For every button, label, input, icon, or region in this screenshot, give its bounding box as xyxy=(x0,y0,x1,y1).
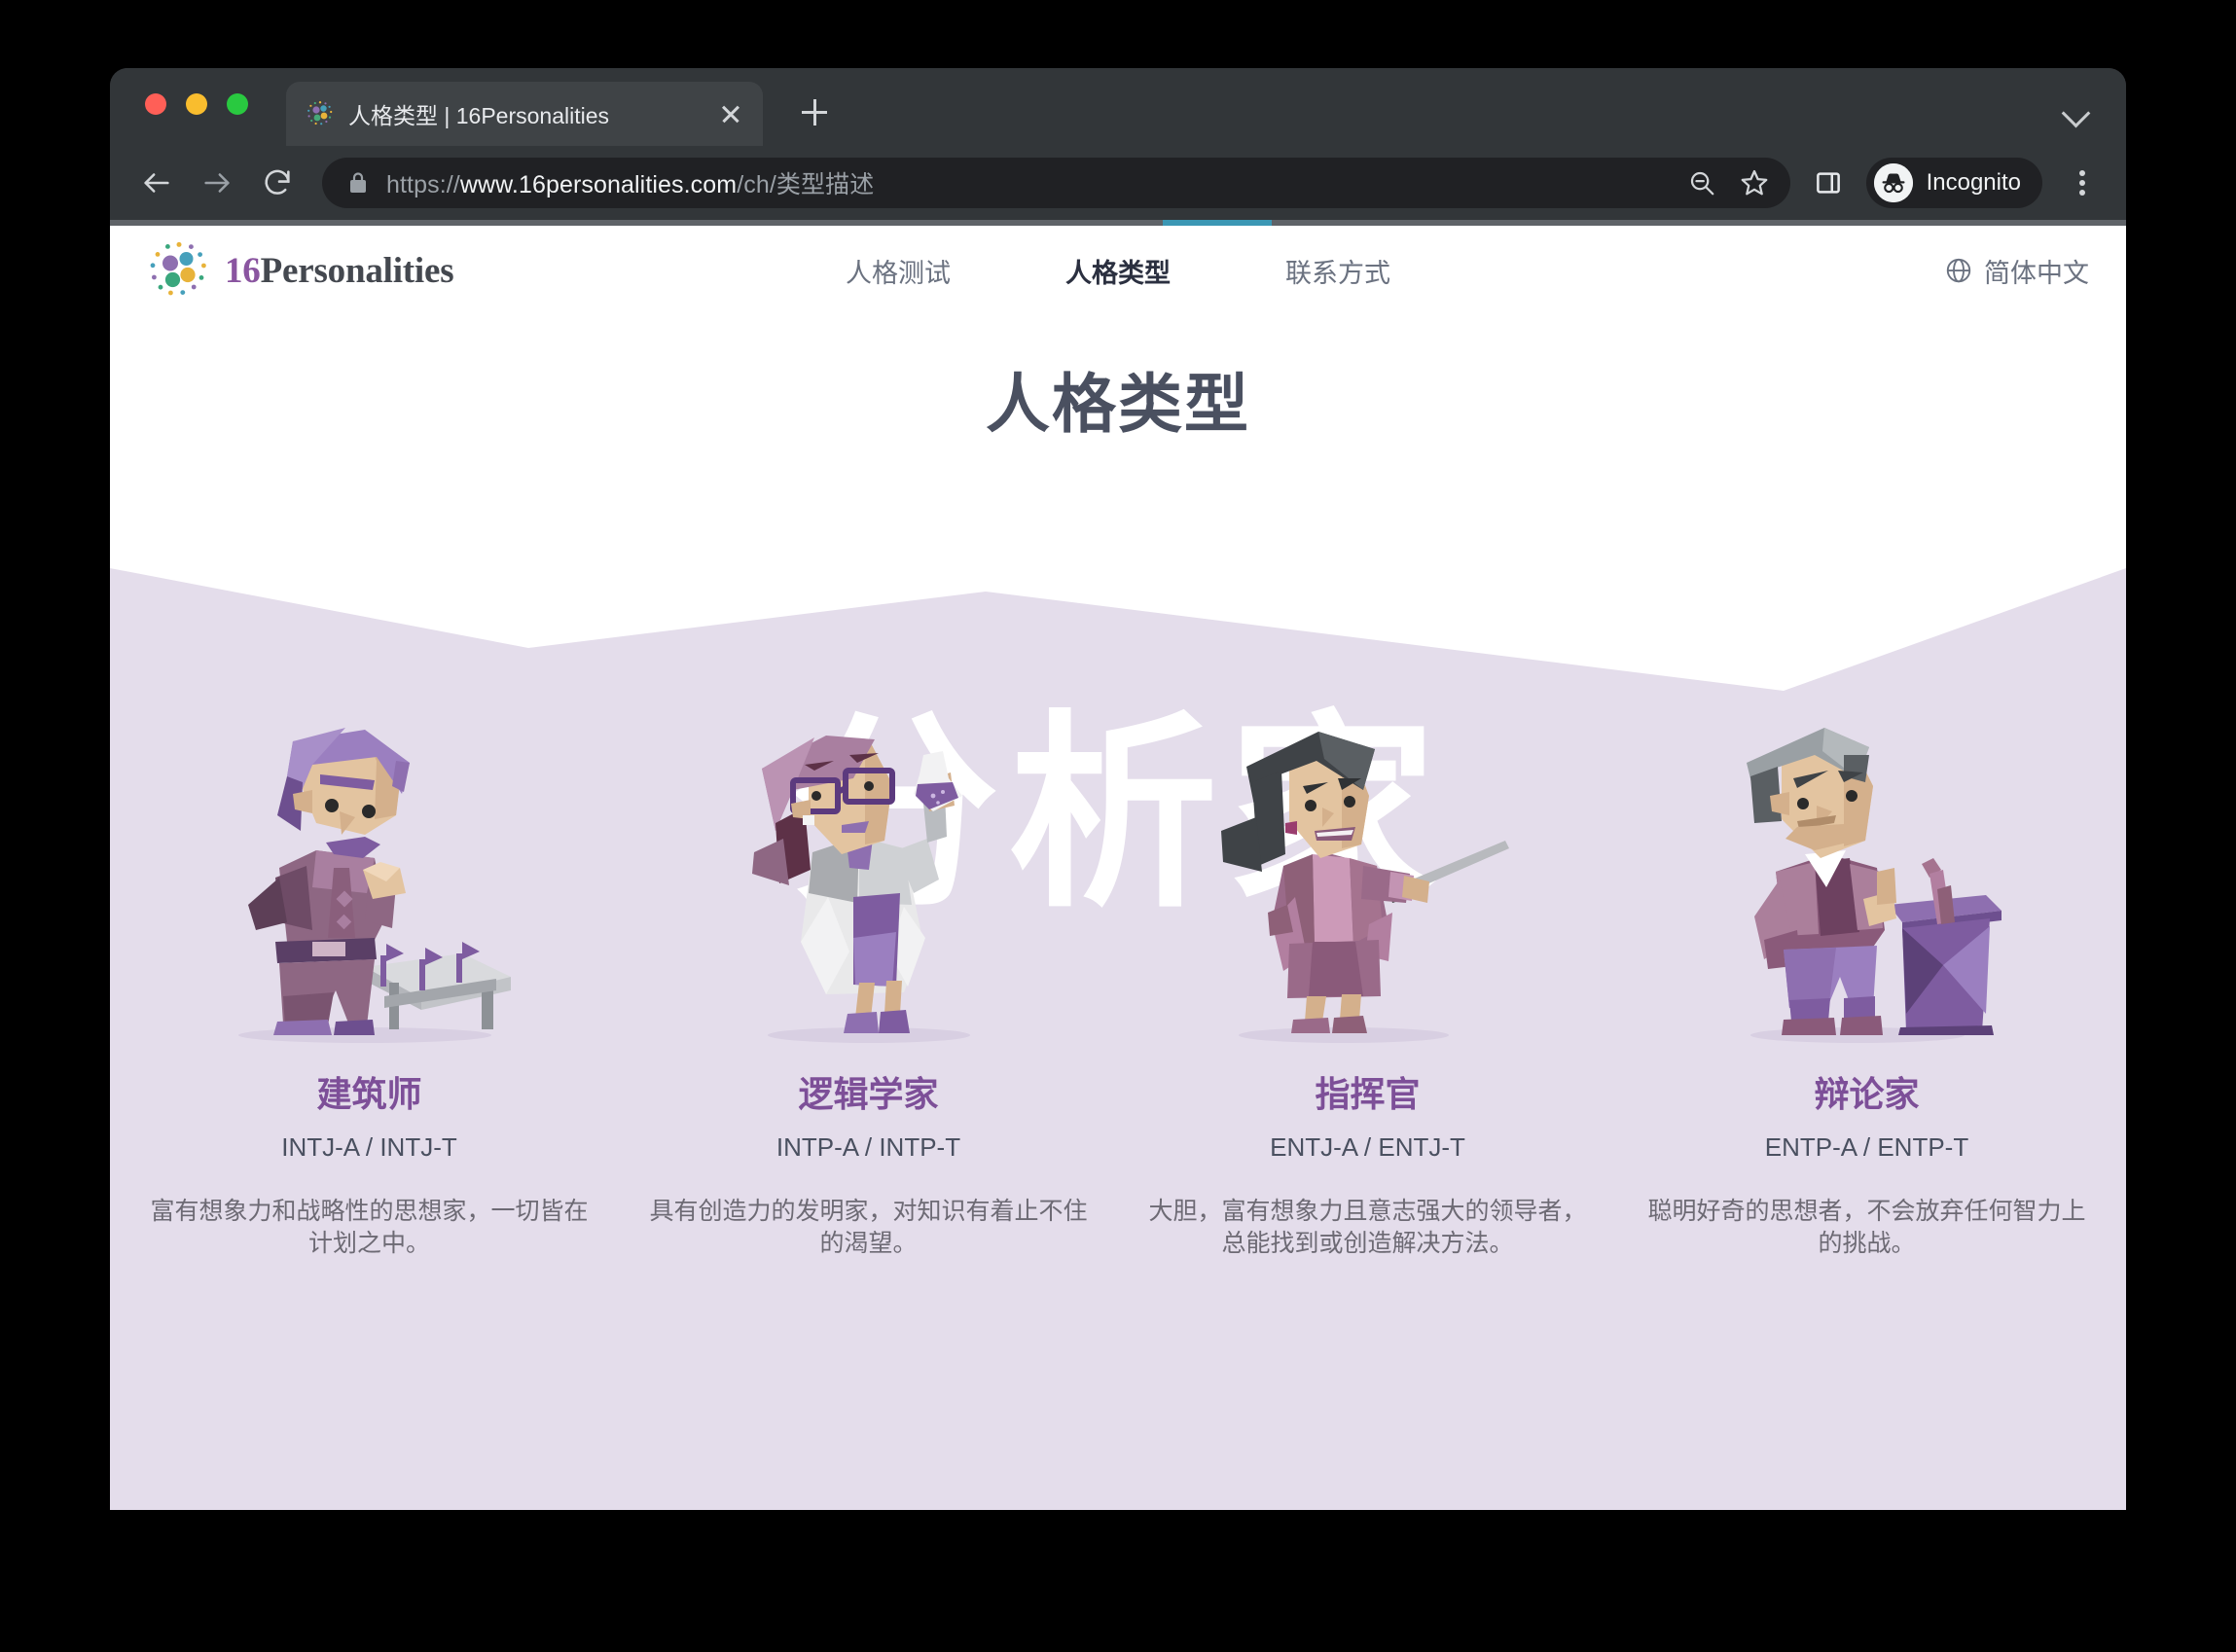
close-icon[interactable] xyxy=(716,99,745,128)
personality-card-debater[interactable]: 辩论家 ENTP-A / ENTP-T 聪明好奇的思想者，不会放弃任何智力上的挑… xyxy=(1617,722,2116,1260)
personality-card-architect[interactable]: 建筑师 INTJ-A / INTJ-T 富有想象力和战略性的思想家，一切皆在计划… xyxy=(120,722,619,1260)
zoom-out-icon[interactable] xyxy=(1679,161,1724,205)
card-code: ENTJ-A / ENTJ-T xyxy=(1270,1132,1465,1162)
plus-icon[interactable] xyxy=(791,90,838,136)
address-bar[interactable]: https://www.16personalities.com/ch/类型描述 xyxy=(322,158,1790,208)
architect-character-icon xyxy=(147,722,592,1043)
card-description: 富有想象力和战略性的思想家，一切皆在计划之中。 xyxy=(150,1198,589,1257)
browser-toolbar: https://www.16personalities.com/ch/类型描述 xyxy=(110,146,2126,220)
browser-window: 人格类型 | 16Personalities https://www.16per… xyxy=(110,68,2126,1510)
toolbar-right-actions: Incognito xyxy=(1806,158,2105,208)
close-window-button[interactable] xyxy=(145,93,166,115)
brand-logo[interactable]: 16Personalities xyxy=(147,238,454,303)
16personalities-dots-icon xyxy=(306,99,335,128)
maximize-window-button[interactable] xyxy=(227,93,248,115)
card-code: INTP-A / INTP-T xyxy=(775,1132,961,1162)
card-title: 逻辑学家 xyxy=(798,1074,939,1114)
lock-icon xyxy=(347,170,369,196)
card-title: 建筑师 xyxy=(316,1074,422,1114)
card-code: ENTP-A / ENTP-T xyxy=(1764,1132,1969,1162)
reload-icon[interactable] xyxy=(252,158,303,208)
brand-name: Personalities xyxy=(260,250,454,291)
commander-character-icon xyxy=(1145,722,1590,1043)
nav-item-personality-test[interactable]: 人格测试 xyxy=(846,252,951,290)
forward-arrow-icon[interactable] xyxy=(192,158,242,208)
browser-tab[interactable]: 人格类型 | 16Personalities xyxy=(286,82,763,146)
brand-number: 16 xyxy=(225,250,261,291)
page-content: 16Personalities 人格测试 人格类型 联系方式 简体中文 人格类型 xyxy=(110,226,2126,1510)
page-title: 人格类型 xyxy=(986,368,1250,440)
language-selector[interactable]: 简体中文 xyxy=(1944,252,2089,290)
star-icon[interactable] xyxy=(1732,161,1777,205)
card-title: 指挥官 xyxy=(1315,1074,1421,1114)
dots-circle-logo-icon xyxy=(147,238,211,303)
tab-strip: 人格类型 | 16Personalities xyxy=(110,68,2126,146)
tab-title: 人格类型 | 16Personalities xyxy=(348,103,610,128)
nav-item-personality-types[interactable]: 人格类型 xyxy=(1065,252,1171,290)
site-header: 16Personalities 人格测试 人格类型 联系方式 简体中文 xyxy=(110,226,2126,315)
nav-item-contact[interactable]: 联系方式 xyxy=(1285,252,1390,290)
kebab-menu-icon[interactable] xyxy=(2060,161,2105,205)
url-host: www.16personalities.com xyxy=(459,171,738,198)
debater-character-icon xyxy=(1644,722,2089,1043)
card-code: INTJ-A / INTJ-T xyxy=(281,1132,457,1162)
card-description: 聪明好奇的思想者，不会放弃任何智力上的挑战。 xyxy=(1647,1198,2086,1257)
site-navigation: 人格测试 人格类型 联系方式 xyxy=(846,226,1390,315)
card-description: 大胆，富有想象力且意志强大的领导者，总能找到或创造解决方法。 xyxy=(1148,1198,1587,1257)
chevron-down-icon[interactable] xyxy=(2060,95,2093,128)
profile-incognito-button[interactable]: Incognito xyxy=(1865,158,2042,208)
logician-character-icon xyxy=(646,722,1091,1043)
url-scheme: https:// xyxy=(386,171,460,198)
omnibox-actions xyxy=(1679,161,1777,205)
url-path: /ch/类型描述 xyxy=(737,171,875,198)
card-title: 辩论家 xyxy=(1814,1074,1920,1114)
window-controls xyxy=(145,93,248,115)
personality-card-commander[interactable]: 指挥官 ENTJ-A / ENTJ-T 大胆，富有想象力且意志强大的领导者，总能… xyxy=(1118,722,1617,1260)
brand-text: 16Personalities xyxy=(225,250,454,292)
personality-type-grid: 建筑师 INTJ-A / INTJ-T 富有想象力和战略性的思想家，一切皆在计划… xyxy=(110,722,2126,1260)
minimize-window-button[interactable] xyxy=(186,93,207,115)
personality-card-logician[interactable]: 逻辑学家 INTP-A / INTP-T 具有创造力的发明家，对知识有着止不住的… xyxy=(619,722,1118,1260)
card-description: 具有创造力的发明家，对知识有着止不住的渴望。 xyxy=(649,1198,1088,1257)
back-arrow-icon[interactable] xyxy=(131,158,182,208)
side-panel-icon[interactable] xyxy=(1806,161,1851,205)
url-text: https://www.16personalities.com/ch/类型描述 xyxy=(386,165,874,200)
globe-icon xyxy=(1944,256,1973,285)
hero-title-area: 人格类型 xyxy=(110,315,2126,446)
profile-label: Incognito xyxy=(1926,169,2021,196)
language-label: 简体中文 xyxy=(1984,258,2089,288)
incognito-avatar-icon xyxy=(1873,163,1913,202)
